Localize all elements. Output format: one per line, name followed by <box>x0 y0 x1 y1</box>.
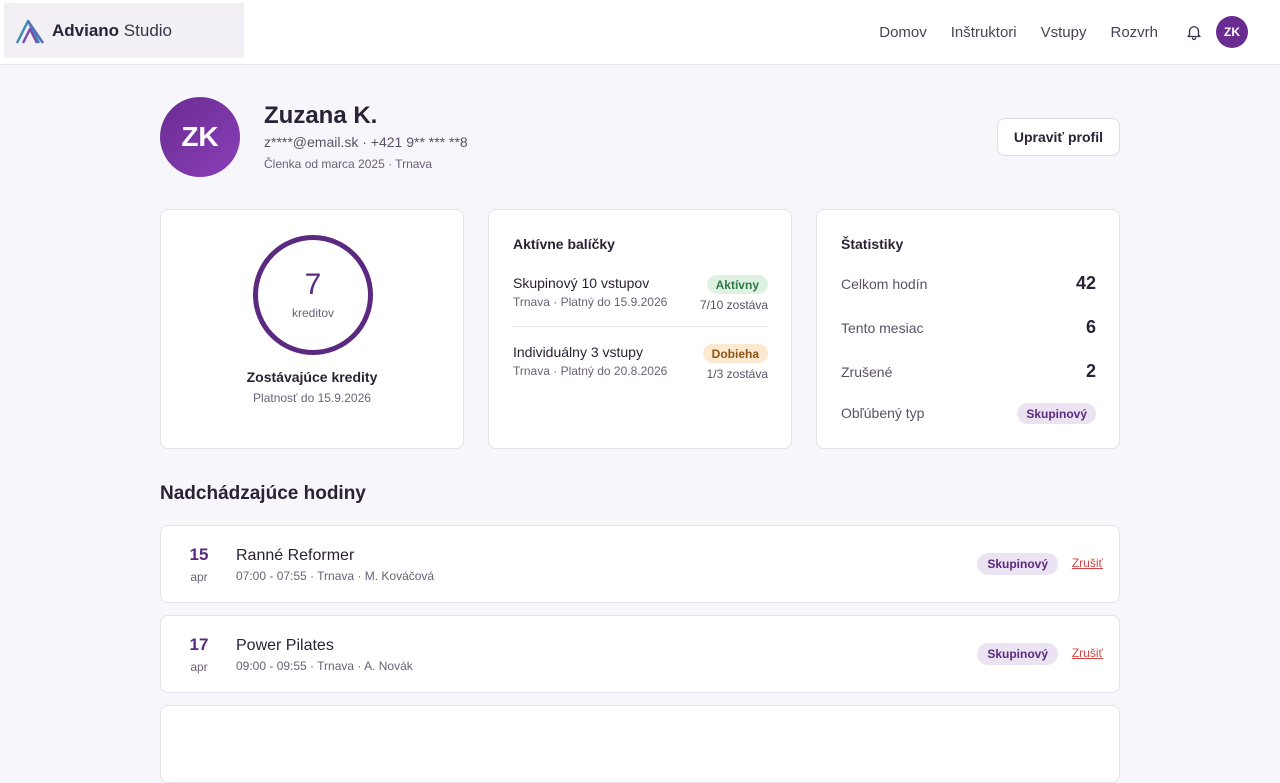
stat-value: 6 <box>1085 317 1096 337</box>
package-item[interactable]: Skupinový 10 vstupov Trnava · Platný do … <box>513 275 768 325</box>
profile-avatar: ZK <box>160 97 240 177</box>
user-avatar-menu[interactable]: ZK <box>1216 16 1248 48</box>
credits-card: 7 kreditov Zostávajúce kredity Platnosť … <box>160 209 464 449</box>
lesson-type-chip: Skupinový <box>977 553 1058 575</box>
stat-row-favourite: Obľúbený typ Skupinový <box>841 402 1096 426</box>
package-meta: Trnava · Platný do 20.8.2026 <box>513 364 668 378</box>
package-name: Skupinový 10 vstupov <box>513 275 650 291</box>
lesson-name: Ranné Reformer <box>236 547 355 564</box>
stat-row-total: Celkom hodín 42 <box>841 273 1096 297</box>
notifications-bell-icon[interactable] <box>1184 22 1204 42</box>
nav-link-instruktori[interactable]: Inštruktori <box>951 24 1017 41</box>
nav-link-vstupy[interactable]: Vstupy <box>1041 24 1087 41</box>
credits-ring: 7 kreditov <box>252 234 374 356</box>
lesson-day: 17 <box>189 635 209 654</box>
nav-link-domov[interactable]: Domov <box>879 24 927 41</box>
packages-title: Aktívne balíčky <box>513 236 615 252</box>
stat-value: 42 <box>1075 273 1096 293</box>
main-nav: Domov Inštruktori Vstupy Rozvrh ZK <box>855 16 1248 48</box>
stat-row-month: Tento mesiac 6 <box>841 317 1096 341</box>
package-status-badge: Aktívny <box>706 275 768 294</box>
lesson-card[interactable] <box>160 705 1120 783</box>
profile-contact: z****@email.sk · +421 9** *** **8 <box>264 134 468 150</box>
stat-row-cancelled: Zrušené 2 <box>841 361 1096 385</box>
stat-label: Zrušené <box>841 364 893 380</box>
lesson-card[interactable]: 15 apr Ranné Reformer 07:00 - 07:55 · Tr… <box>160 525 1120 603</box>
edit-profile-button[interactable]: Upraviť profil <box>996 118 1120 156</box>
stat-label: Obľúbený typ <box>841 405 925 421</box>
profile-membership: Členka od marca 2025 · Trnava <box>264 157 433 171</box>
lesson-month: apr <box>190 570 208 584</box>
upcoming-section-title: Nadchádzajúce hodiny <box>160 483 366 504</box>
stat-label: Tento mesiac <box>841 320 924 336</box>
package-name: Individuálny 3 vstupy <box>513 344 643 360</box>
cancel-lesson-link[interactable]: Zrušiť <box>1072 556 1103 570</box>
favourite-type-chip: Skupinový <box>1017 403 1096 424</box>
lesson-name: Power Pilates <box>236 637 334 654</box>
brand-name-bold: Adviano <box>52 20 120 40</box>
lesson-meta: 07:00 - 07:55 · Trnava · M. Kováčová <box>236 569 435 583</box>
lesson-card[interactable]: 17 apr Power Pilates 09:00 - 09:55 · Trn… <box>160 615 1120 693</box>
lesson-month: apr <box>190 660 208 674</box>
active-packages-card: Aktívne balíčky Skupinový 10 vstupov Trn… <box>488 209 792 449</box>
statistics-card: Štatistiky Celkom hodín 42 Tento mesiac … <box>816 209 1120 449</box>
packages-divider <box>513 326 768 327</box>
statistics-title: Štatistiky <box>841 236 904 252</box>
credits-validity: Platnosť do 15.9.2026 <box>253 391 371 405</box>
credits-unit: kreditov <box>291 306 335 320</box>
package-remaining: 1/3 zostáva <box>706 367 768 381</box>
profile-name: Zuzana K. <box>264 102 378 129</box>
stat-value: 2 <box>1085 361 1096 381</box>
stat-label: Celkom hodín <box>841 276 928 292</box>
credits-value: 7 <box>304 268 322 301</box>
brand-logo[interactable]: Adviano Studio <box>4 3 244 58</box>
profile-header: ZK Zuzana K. z****@email.sk · +421 9** *… <box>160 97 1120 177</box>
adviano-logo-icon <box>15 19 45 44</box>
credits-title: Zostávajúce kredity <box>246 369 378 385</box>
package-remaining: 7/10 zostáva <box>699 298 768 312</box>
lesson-type-chip: Skupinový <box>977 643 1058 665</box>
package-status-badge: Dobieha <box>702 344 768 363</box>
package-meta: Trnava · Platný do 15.9.2026 <box>513 295 668 309</box>
package-item[interactable]: Individuálny 3 vstupy Trnava · Platný do… <box>513 344 768 394</box>
top-navigation-bar: Adviano Studio Domov Inštruktori Vstupy … <box>0 0 1280 65</box>
lesson-meta: 09:00 - 09:55 · Trnava · A. Novák <box>236 659 413 673</box>
nav-link-rozvrh[interactable]: Rozvrh <box>1110 24 1158 41</box>
brand-name: Adviano Studio <box>52 21 172 41</box>
lesson-day: 15 <box>189 545 209 564</box>
brand-name-light: Studio <box>123 20 172 40</box>
cancel-lesson-link[interactable]: Zrušiť <box>1072 646 1103 660</box>
